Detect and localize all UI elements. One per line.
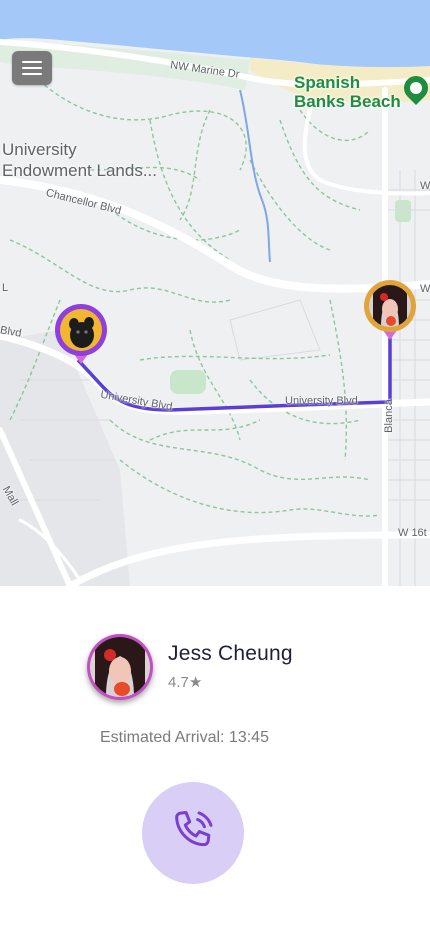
driver-avatar-image xyxy=(90,637,150,697)
area-label: University Endowment Lands... xyxy=(2,140,157,180)
road-label-university-blvd-right: University Blvd xyxy=(285,395,358,407)
phone-ringing-icon xyxy=(175,810,213,847)
driver-rating: 4.7★ xyxy=(168,674,203,691)
road-label-w-top: W xyxy=(420,180,430,192)
menu-button[interactable] xyxy=(12,51,52,85)
route-map[interactable]: University Endowment Lands... Spanish Ba… xyxy=(0,0,430,586)
call-driver-button[interactable] xyxy=(142,782,244,884)
pet-avatar-image xyxy=(60,309,102,351)
road-label-w16: W 16t xyxy=(398,527,427,539)
driver-avatar[interactable] xyxy=(87,634,153,700)
estimated-arrival: Estimated Arrival: 13:45 xyxy=(100,729,269,746)
road-label-w-mid: W xyxy=(420,283,430,295)
driver-name: Jess Cheung xyxy=(168,642,293,665)
road-label-blanca: Blanca xyxy=(382,399,395,433)
pickup-location-pin[interactable] xyxy=(55,304,107,366)
beach-label: Spanish Banks Beach xyxy=(294,73,401,111)
driver-location-pin[interactable] xyxy=(364,280,416,342)
driver-info-panel xyxy=(0,586,430,932)
road-label-l: L xyxy=(2,282,9,294)
driver-pin-avatar-image xyxy=(369,285,411,327)
hamburger-menu-icon xyxy=(22,61,42,63)
